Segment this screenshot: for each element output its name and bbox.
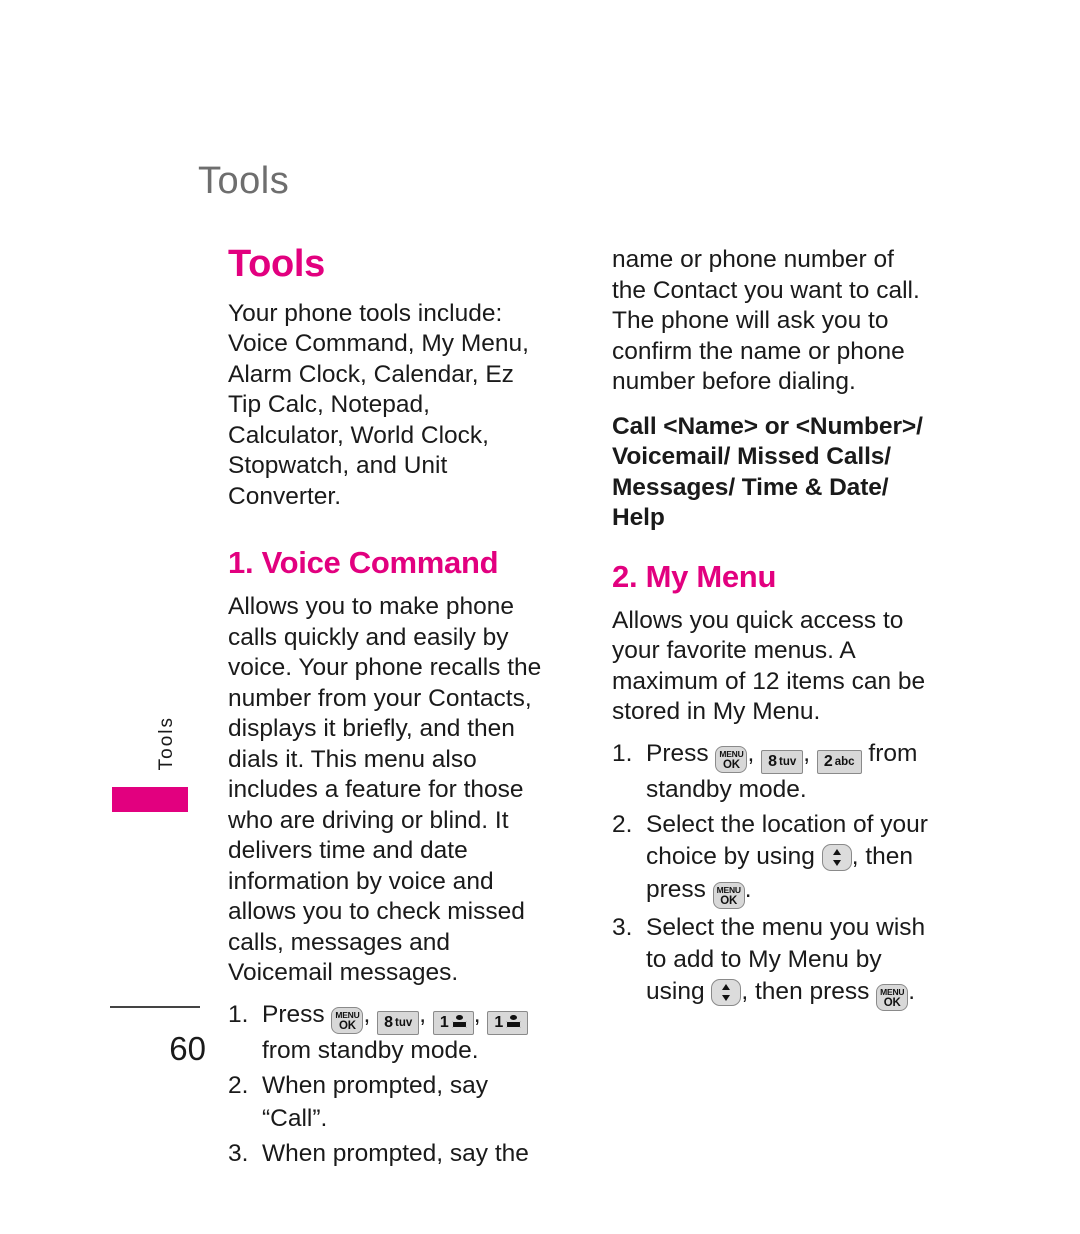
voice-command-steps: 1. Press MENU OK, 8 tuv, 1, 1 from standby … bbox=[228, 999, 546, 1170]
side-tab-color-block bbox=[112, 787, 188, 812]
subsection-title-my-menu: 2. My Menu bbox=[612, 558, 777, 594]
step-text: Press MENU OK, 8 tuv, 1, 1 from standby mod… bbox=[262, 1000, 529, 1064]
menu-ok-key-line2: OK bbox=[723, 758, 740, 771]
arrow-down-icon bbox=[722, 995, 731, 1002]
step-number: 1. bbox=[612, 739, 633, 767]
list-item: 3. When prompted, say the bbox=[228, 1138, 546, 1170]
1-voicemail-key-icon[interactable]: 1 bbox=[432, 1010, 474, 1035]
nav-up-down-key-icon[interactable] bbox=[711, 979, 742, 1007]
menu-ok-key-icon[interactable]: MENU OK bbox=[876, 984, 909, 1012]
menu-ok-key-line2: OK bbox=[720, 894, 738, 907]
8-tuv-key-icon[interactable]: 8 tuv bbox=[377, 1010, 420, 1035]
step-text: When prompted, say the bbox=[262, 1139, 529, 1167]
arrow-up-icon bbox=[722, 984, 731, 991]
menu-ok-key-line2: OK bbox=[883, 997, 901, 1010]
right-column: name or phone number of the Contact you … bbox=[612, 245, 930, 1014]
section-title-tools: Tools bbox=[228, 243, 326, 285]
2-abc-key-icon[interactable]: 2 abc bbox=[816, 749, 862, 774]
voicemail-icon bbox=[451, 1014, 467, 1029]
footer-divider bbox=[110, 1006, 200, 1008]
menu-ok-key-icon[interactable]: MENU OK bbox=[331, 1006, 364, 1034]
side-tab-label: Tools bbox=[156, 716, 177, 771]
voicemail-icon bbox=[506, 1014, 522, 1029]
step-text: Select the location of your choice by us… bbox=[646, 811, 928, 909]
tools-intro-paragraph: Your phone tools include: Voice Command,… bbox=[228, 299, 529, 510]
list-item: 2. Select the location of your choice by… bbox=[612, 809, 930, 909]
menu-ok-key-line1: MENU bbox=[716, 884, 741, 895]
step-text-before: Press bbox=[646, 739, 709, 767]
page-footer: 60 bbox=[110, 1006, 206, 1068]
key-letters: tuv bbox=[394, 1016, 413, 1029]
key-digit: 2 bbox=[823, 752, 833, 770]
menu-ok-key-icon[interactable]: MENU OK bbox=[712, 881, 745, 909]
step-text-after: . bbox=[908, 978, 916, 1006]
my-menu-steps: 1. Press MENU OK, 8 tuv, 2 abc from standby… bbox=[612, 738, 930, 1012]
step-number: 2. bbox=[612, 810, 633, 838]
arrow-down-icon bbox=[832, 860, 841, 867]
left-column: Tools Your phone tools include: Voice Co… bbox=[228, 243, 546, 1173]
subsection-title-voice-command: 1. Voice Command bbox=[228, 545, 499, 581]
list-item: 3. Select the menu you wish to add to My… bbox=[612, 912, 930, 1012]
list-item: 1. Press MENU OK, 8 tuv, 1, 1 from standby … bbox=[228, 999, 546, 1067]
key-letters: abc bbox=[834, 755, 855, 768]
list-item: 1. Press MENU OK, 8 tuv, 2 abc from standby… bbox=[612, 738, 930, 806]
step-text-mid: , then press bbox=[741, 978, 870, 1006]
step-text: When prompted, say “Call”. bbox=[262, 1072, 489, 1132]
menu-ok-key-icon[interactable]: MENU OK bbox=[715, 745, 748, 773]
step-text-after: from standby mode. bbox=[262, 1036, 479, 1064]
menu-ok-key-line1: MENU bbox=[719, 748, 744, 759]
voice-command-options-list: Call <Name> or <Number>/ Voicemail/ Miss… bbox=[612, 412, 923, 532]
step-text-before: Press bbox=[262, 1000, 325, 1028]
step-text: Select the menu you wish to add to My Me… bbox=[646, 914, 925, 1012]
page-number: 60 bbox=[169, 1030, 206, 1067]
key-digit: 8 bbox=[384, 1013, 393, 1031]
1-voicemail-key-icon[interactable]: 1 bbox=[487, 1010, 529, 1035]
key-digit: 1 bbox=[494, 1013, 504, 1031]
key-digit: 8 bbox=[768, 752, 777, 770]
key-letters: tuv bbox=[778, 755, 797, 768]
step-number: 2. bbox=[228, 1072, 249, 1100]
step-number: 3. bbox=[228, 1139, 249, 1167]
voice-command-body: Allows you to make phone calls quickly a… bbox=[228, 593, 542, 987]
key-digit: 1 bbox=[439, 1013, 449, 1031]
step-number: 1. bbox=[228, 1000, 249, 1028]
arrow-up-icon bbox=[832, 849, 841, 856]
8-tuv-key-icon[interactable]: 8 tuv bbox=[761, 749, 804, 774]
list-item: 2. When prompted, say “Call”. bbox=[228, 1070, 546, 1135]
step-number: 3. bbox=[612, 913, 633, 941]
my-menu-body: Allows you quick access to your favorite… bbox=[612, 606, 926, 726]
step-text-after: . bbox=[744, 875, 752, 903]
voice-command-continued-body: name or phone number of the Contact you … bbox=[612, 246, 920, 395]
nav-up-down-key-icon[interactable] bbox=[821, 844, 852, 872]
step-text: Press MENU OK, 8 tuv, 2 abc from standby mo… bbox=[646, 739, 918, 803]
running-header: Tools bbox=[198, 160, 290, 202]
menu-ok-key-line2: OK bbox=[339, 1019, 356, 1032]
